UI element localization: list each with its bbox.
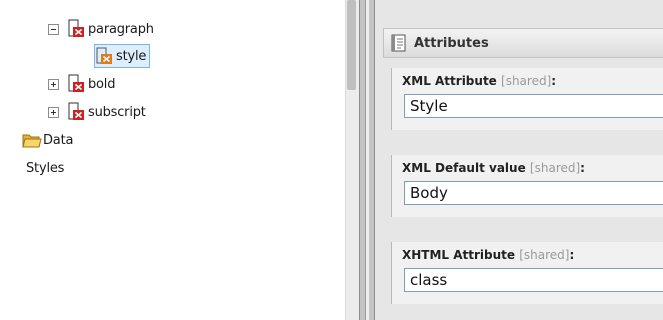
xhtml-attribute-input[interactable]: class — [404, 268, 663, 292]
tree-item-label: style — [116, 48, 147, 64]
panel-title: Attributes — [414, 35, 489, 51]
tree-item-paragraph[interactable]: paragraph — [48, 18, 154, 40]
xhtml-attribute-field-group: XHTML Attribute [shared]: class — [391, 242, 663, 304]
attributes-pane: Attributes XML Attribute [shared]: Style… — [375, 0, 663, 320]
tree-item-label: Styles — [26, 160, 65, 176]
tree-item-styles[interactable]: Styles — [26, 157, 64, 179]
pane-splitter[interactable] — [359, 0, 375, 320]
field-label: XML Attribute [shared]: — [392, 68, 663, 90]
field-label: XML Default value [shared]: — [392, 155, 663, 177]
xml-attribute-input[interactable]: Style — [404, 94, 663, 118]
expand-icon[interactable] — [48, 78, 59, 90]
label-colon: : — [551, 74, 557, 88]
attributes-panel-header[interactable]: Attributes — [383, 28, 663, 58]
selection-highlight[interactable]: style — [94, 44, 151, 68]
tree-item-label: subscript — [88, 104, 146, 120]
tree-item-data[interactable]: Data — [22, 129, 73, 151]
shared-tag: [shared] — [501, 74, 552, 88]
document-icon — [390, 34, 408, 52]
shared-tag: [shared] — [529, 161, 581, 175]
element-icon — [67, 102, 87, 122]
field-label-text: XHTML Attribute — [402, 248, 516, 262]
tree-item-bold[interactable]: bold — [48, 73, 115, 95]
label-colon: : — [580, 161, 585, 175]
expand-icon[interactable] — [48, 106, 59, 118]
element-icon — [67, 74, 87, 94]
tree-item-label: bold — [88, 76, 116, 92]
tree-pane: paragraph style bold subscript Data Styl… — [0, 0, 345, 320]
xml-default-value-input[interactable]: Body — [404, 181, 663, 205]
splitter-grip — [365, 0, 369, 320]
tree-item-style[interactable]: style — [94, 44, 151, 68]
label-colon: : — [569, 248, 575, 262]
attribute-icon — [95, 46, 115, 66]
field-label-text: XML Attribute — [402, 74, 497, 88]
xml-default-value-field-group: XML Default value [shared]: Body — [391, 155, 663, 217]
collapse-icon[interactable] — [48, 23, 59, 35]
element-icon — [67, 19, 87, 39]
shared-tag: [shared] — [519, 248, 570, 262]
tree-item-label: paragraph — [88, 21, 154, 37]
tree-item-subscript[interactable]: subscript — [48, 101, 146, 123]
folder-icon — [22, 130, 42, 150]
xml-attribute-field-group: XML Attribute [shared]: Style — [391, 68, 663, 130]
scrollbar-thumb[interactable] — [347, 0, 356, 90]
tree-item-label: Data — [43, 132, 74, 148]
field-label-text: XML Default value — [402, 161, 526, 175]
field-label: XHTML Attribute [shared]: — [392, 242, 663, 264]
